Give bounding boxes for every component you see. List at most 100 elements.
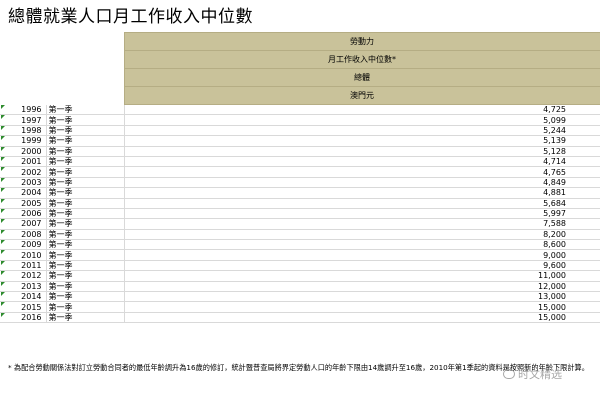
quarter-cell: 第一季 (46, 125, 125, 137)
year-text: 2010 (21, 250, 42, 260)
quarter-cell: 第一季 (46, 291, 125, 303)
comment-marker-icon (1, 240, 5, 245)
comment-marker-icon (1, 281, 5, 286)
quarter-cell: 第一季 (46, 270, 125, 282)
table-row: 2011 第一季 9,600 (0, 260, 600, 272)
value-cell: 9,000 (124, 249, 600, 261)
comment-marker-icon (1, 292, 5, 297)
table-row: 1998 第一季 5,244 (0, 125, 600, 137)
quarter-cell: 第一季 (46, 146, 125, 157)
year-cell: 1996 (0, 104, 47, 116)
year-cell: 2000 (0, 146, 47, 157)
year-cell: 1997 (0, 114, 47, 126)
year-text: 2016 (21, 313, 42, 322)
year-cell: 2005 (0, 198, 47, 209)
comment-marker-icon (1, 115, 5, 120)
year-text: 2007 (21, 219, 42, 229)
year-cell: 2004 (0, 187, 47, 199)
table-row: 2006 第一季 5,997 (0, 208, 600, 220)
comment-marker-icon (1, 229, 5, 234)
quarter-cell: 第一季 (46, 187, 125, 199)
year-cell: 2007 (0, 218, 47, 230)
year-cell: 2015 (0, 301, 47, 313)
comment-marker-icon (1, 104, 5, 109)
value-cell: 4,714 (124, 156, 600, 168)
year-cell: 1999 (0, 135, 47, 147)
table-row: 2009 第一季 8,600 (0, 239, 600, 251)
quarter-cell: 第一季 (46, 198, 125, 209)
quarter-cell: 第一季 (46, 156, 125, 168)
quarter-cell: 第一季 (46, 177, 125, 189)
quarter-cell: 第一季 (46, 104, 125, 116)
quarter-cell: 第一季 (46, 114, 125, 126)
value-cell: 5,997 (124, 208, 600, 220)
header-row: 勞動力 (0, 32, 600, 51)
comment-marker-icon (1, 312, 5, 317)
year-cell: 2001 (0, 156, 47, 168)
wechat-icon (503, 369, 515, 379)
comment-marker-icon (1, 136, 5, 141)
year-cell: 2006 (0, 208, 47, 220)
value-cell: 5,128 (124, 146, 600, 157)
value-cell: 15,000 (124, 312, 600, 324)
table-row: 2014 第一季 13,000 (0, 291, 600, 303)
value-cell: 5,684 (124, 198, 600, 209)
year-text: 2003 (21, 177, 42, 187)
year-cell: 2009 (0, 239, 47, 251)
quarter-cell: 第一季 (46, 166, 125, 178)
year-text: 2000 (21, 146, 42, 156)
comment-marker-icon (1, 271, 5, 276)
year-cell: 2010 (0, 249, 47, 261)
header-overall: 總體 (123, 68, 600, 87)
year-text: 2013 (21, 281, 42, 291)
quarter-cell: 第一季 (46, 249, 125, 261)
table-row: 1996 第一季 4,725 (0, 104, 600, 116)
table-row: 2003 第一季 4,849 (0, 177, 600, 189)
year-text: 1999 (21, 136, 42, 146)
comment-marker-icon (1, 177, 5, 182)
header-row: 澳門元 (0, 86, 600, 105)
quarter-cell: 第一季 (46, 208, 125, 220)
year-cell: 2012 (0, 270, 47, 282)
quarter-cell: 第一季 (46, 135, 125, 147)
value-cell: 8,200 (124, 229, 600, 241)
comment-marker-icon (1, 198, 5, 203)
value-cell: 4,849 (124, 177, 600, 189)
watermark-text: 时文精选 (518, 368, 562, 381)
comment-marker-icon (1, 219, 5, 224)
quarter-cell: 第一季 (46, 301, 125, 313)
quarter-cell: 第一季 (46, 218, 125, 230)
table-row: 2008 第一季 8,200 (0, 229, 600, 241)
quarter-cell: 第一季 (46, 281, 125, 293)
year-text: 2014 (21, 292, 42, 302)
value-cell: 4,725 (124, 104, 600, 116)
year-text: 1997 (21, 115, 42, 125)
comment-marker-icon (1, 302, 5, 307)
table-row: 2010 第一季 9,000 (0, 249, 600, 261)
table-row: 1999 第一季 5,139 (0, 135, 600, 147)
table-row: 2004 第一季 4,881 (0, 187, 600, 199)
table-row: 2001 第一季 4,714 (0, 156, 600, 168)
header-unit: 澳門元 (123, 86, 600, 105)
year-cell: 2011 (0, 260, 47, 272)
comment-marker-icon (1, 260, 5, 265)
comment-marker-icon (1, 156, 5, 161)
header-median-income: 月工作收入中位數* (123, 50, 600, 69)
table-row: 2015 第一季 15,000 (0, 301, 600, 313)
value-cell: 8,600 (124, 239, 600, 251)
value-cell: 4,765 (124, 166, 600, 178)
year-text: 2009 (21, 240, 42, 250)
quarter-cell: 第一季 (46, 260, 125, 272)
year-cell: 2008 (0, 229, 47, 241)
value-cell: 7,588 (124, 218, 600, 230)
value-cell: 9,600 (124, 260, 600, 272)
watermark: 时文精选 (503, 366, 562, 382)
year-cell: 2013 (0, 281, 47, 293)
year-cell: 2016 (0, 312, 47, 324)
year-cell: 2002 (0, 166, 47, 178)
year-cell: 2014 (0, 291, 47, 303)
header-row: 總體 (0, 68, 600, 87)
comment-marker-icon (1, 167, 5, 172)
table-row: 1997 第一季 5,099 (0, 114, 600, 126)
value-cell: 4,881 (124, 187, 600, 199)
